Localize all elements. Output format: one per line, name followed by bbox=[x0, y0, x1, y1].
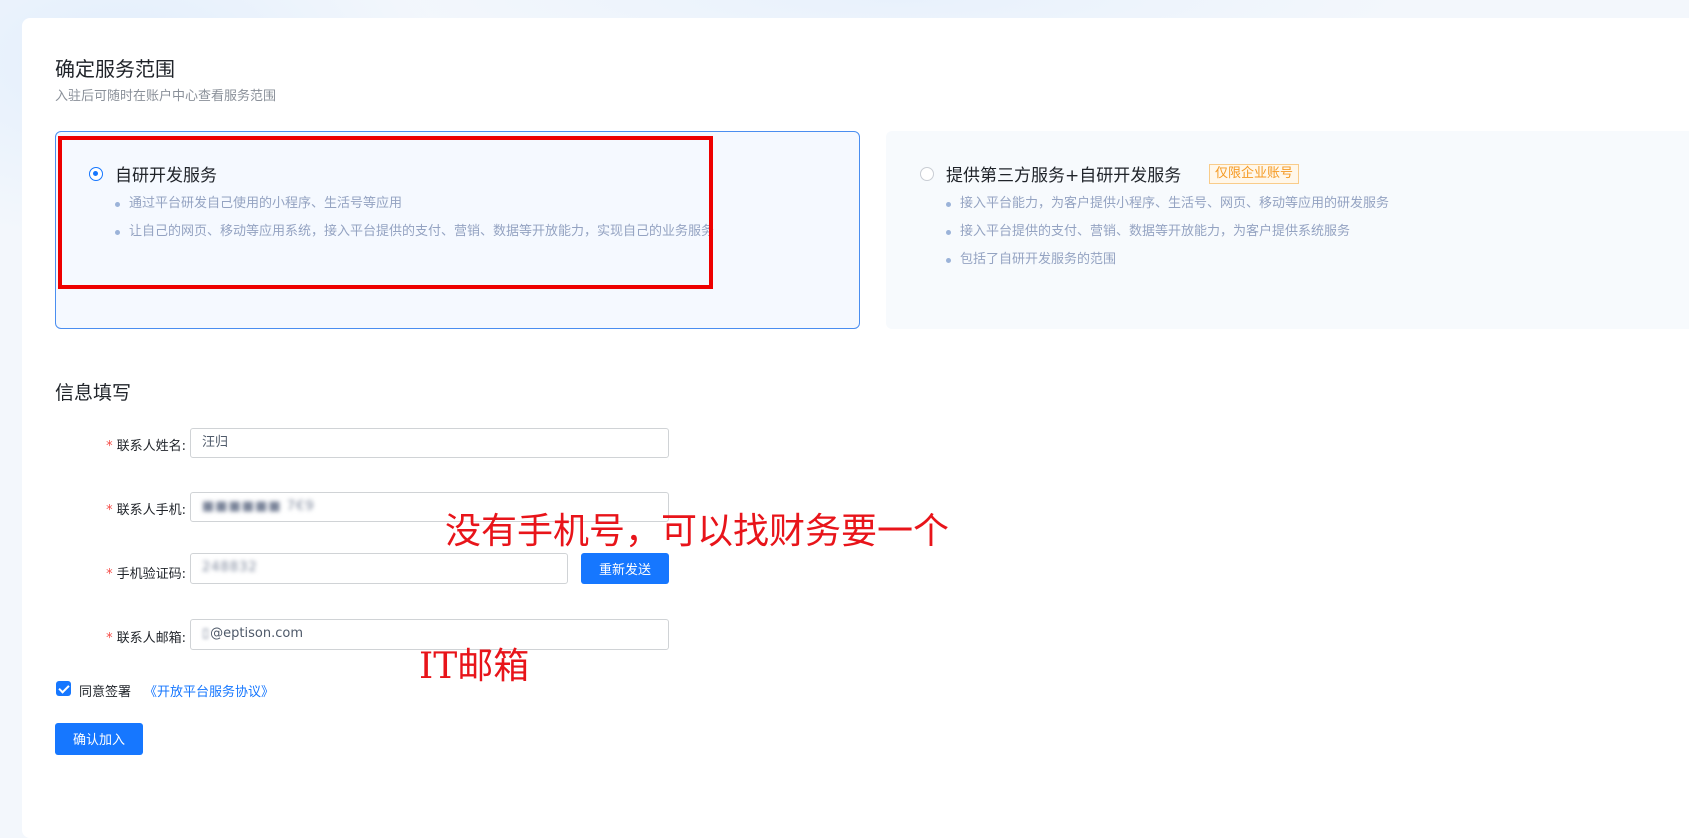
email-user-masked: ▯ bbox=[202, 626, 211, 641]
code-label-text: 手机验证码: bbox=[116, 567, 186, 582]
code-value-masked: 248832 bbox=[202, 560, 258, 575]
resend-button[interactable]: 重新发送 bbox=[581, 553, 669, 584]
enterprise-only-badge: 仅限企业账号 bbox=[1209, 164, 1300, 184]
option-third-party-bullets: 接入平台能力，为客户提供小程序、生活号、网页、移动等应用的研发服务 接入平台提供… bbox=[946, 190, 1389, 274]
list-item: 接入平台能力，为客户提供小程序、生活号、网页、移动等应用的研发服务 bbox=[946, 190, 1389, 218]
list-item: 包括了自研开发服务的范围 bbox=[946, 246, 1389, 274]
name-label: * 联系人姓名: bbox=[0, 435, 186, 454]
required-mark: * bbox=[106, 567, 113, 582]
phone-value-masked: ■■■■■■ 7€9 bbox=[202, 499, 315, 514]
radio-third-party[interactable] bbox=[920, 167, 934, 181]
required-mark: * bbox=[106, 439, 113, 454]
option-third-party[interactable]: 提供第三方服务+自研开发服务 仅限企业账号 接入平台能力，为客户提供小程序、生活… bbox=[886, 131, 1689, 329]
option-third-party-title: 提供第三方服务+自研开发服务 bbox=[946, 166, 1182, 186]
form-title: 信息填写 bbox=[55, 382, 132, 404]
agree-text: 同意签署 bbox=[79, 685, 132, 700]
list-item: 接入平台提供的支付、营销、数据等开放能力，为客户提供系统服务 bbox=[946, 218, 1389, 246]
required-mark: * bbox=[106, 631, 113, 646]
contact-name-input[interactable]: 汪归 bbox=[190, 428, 669, 458]
agreement-link[interactable]: 《开放平台服务协议》 bbox=[144, 681, 274, 700]
code-label: * 手机验证码: bbox=[0, 563, 186, 582]
scope-subtitle: 入驻后可随时在账户中心查看服务范围 bbox=[55, 89, 277, 104]
confirm-join-button[interactable]: 确认加入 bbox=[55, 723, 143, 755]
agree-checkbox[interactable] bbox=[56, 681, 71, 696]
email-label-text: 联系人邮箱: bbox=[116, 631, 186, 646]
required-mark: * bbox=[106, 503, 113, 518]
email-label: * 联系人邮箱: bbox=[0, 627, 186, 646]
phone-annotation: 没有手机号，可以找财务要一个 bbox=[445, 511, 950, 552]
email-value: @eptison.com bbox=[210, 626, 303, 641]
phone-label: * 联系人手机: bbox=[0, 499, 186, 518]
phone-label-text: 联系人手机: bbox=[116, 503, 186, 518]
scope-title: 确定服务范围 bbox=[55, 57, 175, 81]
name-label-text: 联系人姓名: bbox=[116, 439, 186, 454]
verification-code-input[interactable]: 248832 bbox=[190, 553, 568, 584]
highlight-box bbox=[58, 136, 713, 289]
email-annotation: IT邮箱 bbox=[419, 646, 530, 687]
